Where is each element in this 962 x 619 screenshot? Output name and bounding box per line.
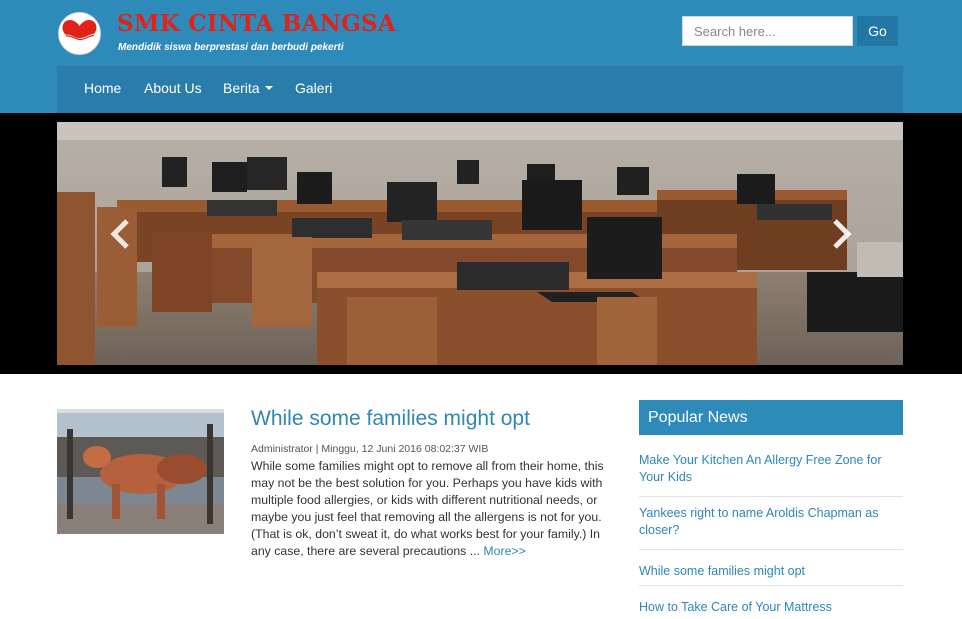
brand-title[interactable]: SMK CINTA BANGSA (117, 10, 396, 37)
site-header: SMK CINTA BANGSA Mendidik siswa berprest… (0, 0, 962, 113)
nav-item-label: Home (84, 80, 122, 96)
search-go-button[interactable]: Go (857, 16, 898, 46)
search-input[interactable] (682, 16, 853, 46)
chevron-left-icon[interactable] (106, 216, 136, 252)
heart-logo-icon[interactable] (57, 11, 102, 56)
nav-item-berita[interactable]: Berita (223, 66, 273, 113)
popular-news-header: Popular News (639, 400, 903, 435)
chevron-right-icon[interactable] (826, 216, 856, 252)
news-link-yankees-chapman[interactable]: Yankees right to name Aroldis Chapman as… (639, 497, 903, 550)
brand-tagline: Mendidik siswa berprestasi dan berbudi p… (118, 42, 344, 53)
article-meta: Administrator | Minggu, 12 Juni 2016 08:… (251, 443, 489, 455)
news-link-families-opt[interactable]: While some families might opt (639, 550, 903, 586)
main-navbar: Home About Us Berita Galeri (57, 66, 903, 113)
nav-item-label: Berita (223, 80, 260, 96)
article-title[interactable]: While some families might opt (251, 407, 530, 431)
article-thumbnail[interactable] (57, 409, 224, 534)
news-link-kitchen-allergy[interactable]: Make Your Kitchen An Allergy Free Zone f… (639, 444, 903, 497)
news-link-mattress-care[interactable]: How to Take Care of Your Mattress (639, 586, 903, 619)
popular-news-list: Make Your Kitchen An Allergy Free Zone f… (639, 444, 903, 619)
nav-item-galeri[interactable]: Galeri (295, 66, 332, 113)
nav-item-label: Galeri (295, 80, 333, 96)
image-carousel (0, 113, 962, 374)
nav-item-home[interactable]: Home (84, 66, 121, 113)
caret-down-icon (264, 86, 273, 91)
nav-item-label: About Us (144, 80, 202, 96)
cattle-photo (57, 409, 224, 534)
article-excerpt-text: While some families might opt to remove … (251, 459, 604, 558)
article-excerpt: While some families might opt to remove … (251, 458, 615, 560)
more-link[interactable]: More>> (483, 544, 525, 558)
computer-lab-photo (57, 122, 903, 365)
carousel-slide-image (57, 122, 903, 365)
nav-item-about-us[interactable]: About Us (144, 66, 202, 113)
